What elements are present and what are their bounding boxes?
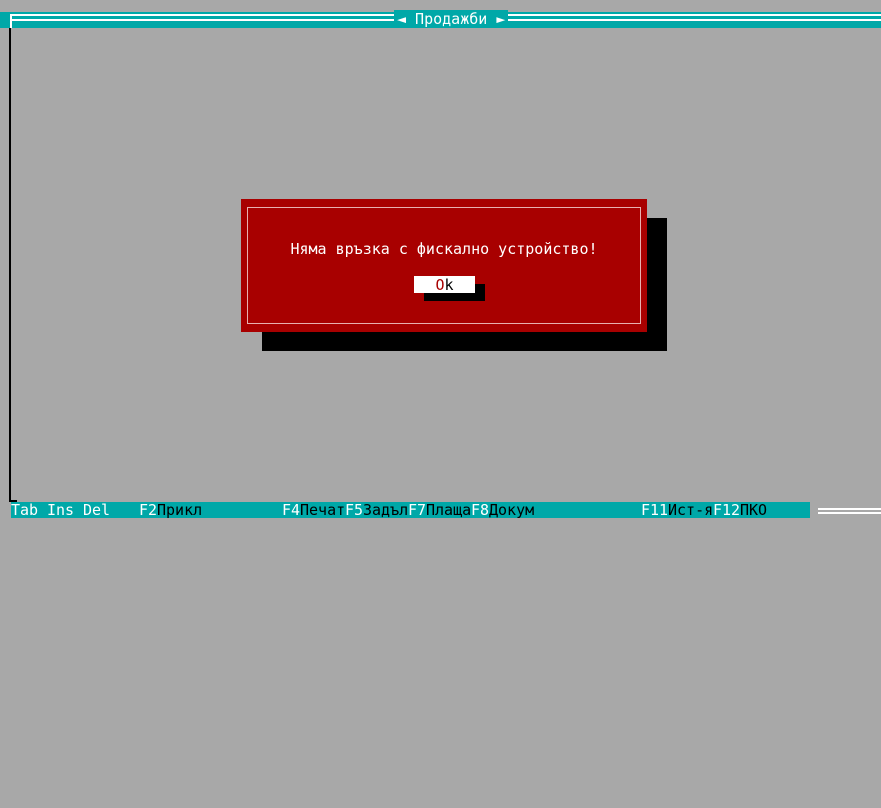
f12-label: ПКО: [740, 501, 768, 519]
bottom-double-line-bottom: [818, 512, 881, 514]
f4-label: Печат: [300, 501, 346, 519]
function-key-bar: Tab Ins Del F2 Прикл F4 Печат F5 Задъл F…: [11, 501, 810, 519]
frame-corner: [10, 14, 12, 28]
f5-key[interactable]: F5: [345, 502, 363, 519]
dialog-message: Няма връзка с фискално устройство!: [290, 240, 598, 258]
f8-key[interactable]: F8: [471, 502, 489, 519]
frame-left-border: [9, 28, 11, 502]
dialog-frame: [247, 207, 641, 324]
error-dialog: Няма връзка с фискално устройство! Ok: [241, 199, 647, 332]
window-title-bar: ◄ Продажби ►: [0, 10, 881, 28]
f7-key[interactable]: F7: [408, 502, 426, 519]
f11-label: Ист-я: [668, 501, 714, 519]
f12-key[interactable]: F12: [713, 502, 740, 519]
ok-label: k: [444, 276, 454, 294]
f8-label: Докум: [489, 501, 535, 519]
ok-hotkey: O: [435, 276, 445, 294]
del-key[interactable]: Del: [83, 502, 110, 519]
f7-label: Плаща: [426, 501, 472, 519]
f2-label: Прикл: [157, 501, 203, 519]
f5-label: Задъл: [363, 501, 409, 519]
ins-key[interactable]: Ins: [47, 502, 74, 519]
tab-key[interactable]: Tab: [11, 502, 38, 519]
f11-key[interactable]: F11: [641, 502, 668, 519]
ok-button[interactable]: Ok: [414, 276, 475, 294]
window-title: ◄ Продажби ►: [394, 10, 509, 28]
f2-key[interactable]: F2: [139, 502, 157, 519]
f4-key[interactable]: F4: [282, 502, 300, 519]
bottom-double-line-top: [818, 508, 881, 510]
